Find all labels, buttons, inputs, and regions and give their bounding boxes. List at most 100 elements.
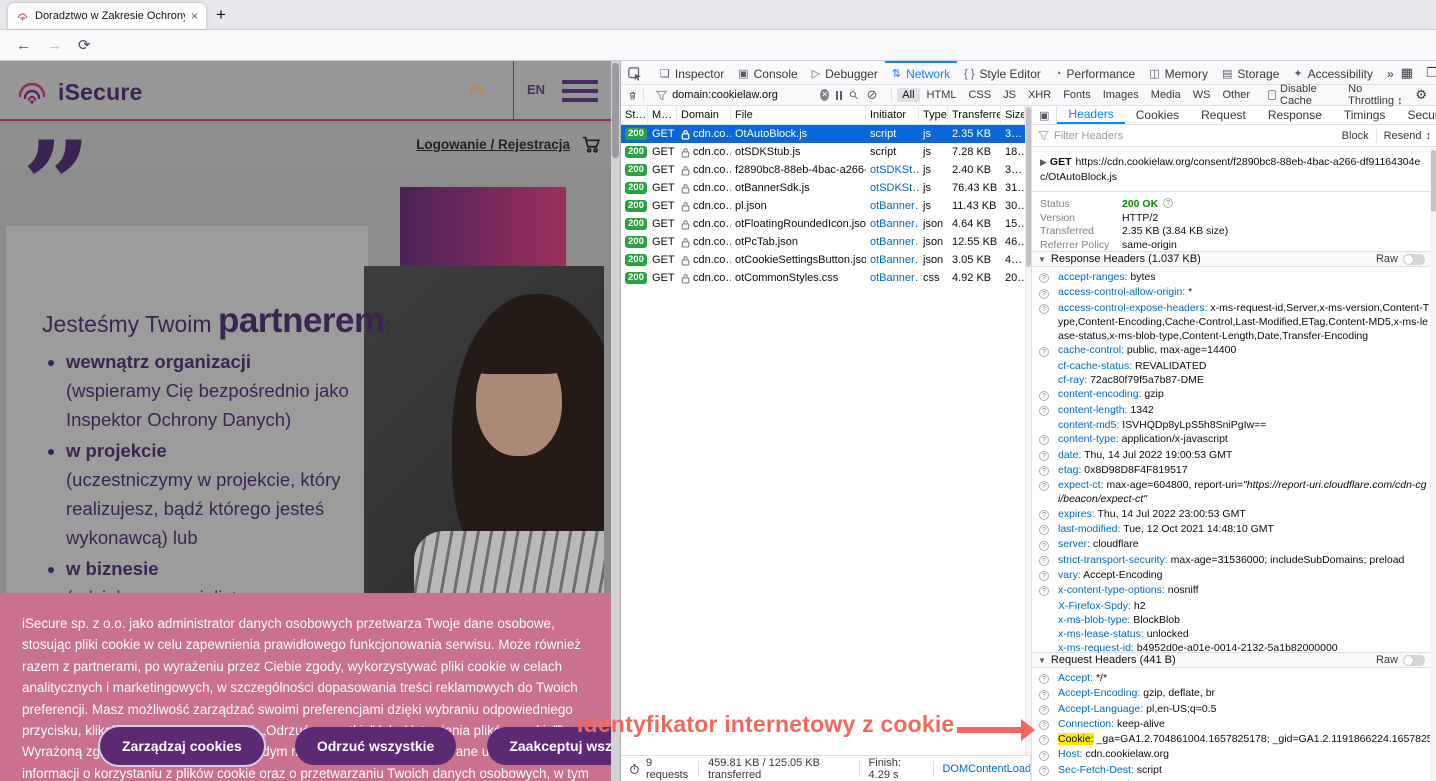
network-request-row[interactable]: 200GETcdn.co…otFloatingRoundedIcon.jsono… bbox=[621, 215, 1025, 233]
network-request-row[interactable]: 200GETcdn.co…otCookieSettingsButton.json… bbox=[621, 251, 1025, 269]
help-icon[interactable]: ? bbox=[1039, 304, 1049, 314]
raw-toggle[interactable]: Raw bbox=[1376, 654, 1425, 666]
header-name[interactable]: content-encoding: bbox=[1058, 388, 1141, 400]
type-filter-fonts[interactable]: Fonts bbox=[1058, 88, 1096, 102]
column-header-size[interactable]: Size bbox=[1001, 106, 1025, 124]
header-name[interactable]: Accept: bbox=[1058, 672, 1093, 684]
type-filter-media[interactable]: Media bbox=[1146, 88, 1186, 102]
header-name[interactable]: X-Firefox-Spdy: bbox=[1058, 600, 1131, 612]
language-pl-button[interactable]: PL bbox=[470, 82, 487, 97]
domcontentloaded-time[interactable]: DOMContentLoaded: bbox=[942, 763, 1030, 775]
column-header-initiator[interactable]: Initiator bbox=[866, 106, 919, 124]
column-header-type[interactable]: Type bbox=[919, 106, 948, 124]
column-header-st[interactable]: St… bbox=[621, 106, 648, 124]
block-button[interactable]: Block bbox=[1342, 130, 1369, 142]
help-icon[interactable]: ? bbox=[1039, 510, 1049, 520]
column-header-file[interactable]: File bbox=[731, 106, 866, 124]
type-filter-images[interactable]: Images bbox=[1098, 88, 1144, 102]
forward-icon[interactable]: → bbox=[47, 37, 62, 54]
cell-initiator[interactable]: otBanner… bbox=[866, 197, 919, 215]
header-name[interactable]: Connection: bbox=[1058, 718, 1114, 730]
header-name[interactable]: last-modified: bbox=[1058, 523, 1120, 535]
help-icon[interactable]: ? bbox=[1039, 525, 1049, 535]
responsive-design-icon[interactable]: ▦ bbox=[1401, 65, 1413, 81]
help-icon[interactable]: ? bbox=[1039, 466, 1049, 476]
header-name[interactable]: content-md5: bbox=[1058, 419, 1119, 431]
type-filter-ws[interactable]: WS bbox=[1188, 88, 1216, 102]
header-name[interactable]: content-type: bbox=[1058, 433, 1119, 445]
network-request-row[interactable]: 200GETcdn.co…f2890bc8-88eb-4bac-a266-df9… bbox=[621, 161, 1025, 179]
help-icon[interactable]: ? bbox=[1039, 541, 1049, 551]
throttling-select[interactable]: No Throttling ↕ bbox=[1348, 83, 1403, 107]
login-register-link[interactable]: Logowanie / Rejestracja bbox=[416, 137, 570, 152]
manage-cookies-button[interactable]: Zarządzaj cookies bbox=[100, 727, 264, 765]
devtools-tab-accessibility[interactable]: ✦Accessibility bbox=[1286, 61, 1380, 84]
help-icon[interactable]: ? bbox=[1039, 435, 1049, 445]
network-request-row[interactable]: 200GETcdn.co…pl.jsonotBanner…js11.43 KB3… bbox=[621, 197, 1025, 215]
browser-tab[interactable]: Doradztwo w Zakresie Ochrony Dany × bbox=[8, 3, 206, 29]
url-filter-input[interactable]: domain:cookielaw.org bbox=[656, 89, 820, 101]
request-url-block[interactable]: ▶GEThttps://cdn.cookielaw.org/consent/f2… bbox=[1032, 148, 1431, 192]
cell-initiator[interactable]: otBanner… bbox=[866, 251, 919, 269]
header-name[interactable]: accept-ranges: bbox=[1058, 271, 1127, 283]
header-name[interactable]: Sec-Fetch-Dest: bbox=[1058, 764, 1134, 776]
back-icon[interactable]: ← bbox=[16, 37, 31, 54]
details-scrollbar[interactable] bbox=[1430, 148, 1436, 781]
pause-traffic-icon[interactable] bbox=[836, 91, 842, 100]
cell-initiator[interactable]: otBanner… bbox=[866, 269, 919, 287]
help-icon[interactable]: ? bbox=[1039, 273, 1049, 283]
header-name[interactable]: x-ms-lease-status: bbox=[1058, 628, 1144, 640]
cell-initiator[interactable]: otBanner… bbox=[866, 233, 919, 251]
help-icon[interactable]: ? bbox=[1039, 735, 1049, 745]
header-name[interactable]: Host: bbox=[1058, 748, 1083, 760]
type-filter-other[interactable]: Other bbox=[1217, 88, 1255, 102]
devtools-tab-memory[interactable]: ◫Memory bbox=[1142, 61, 1215, 84]
type-filter-js[interactable]: JS bbox=[998, 88, 1021, 102]
network-request-row[interactable]: 200GETcdn.co…otSDKStub.jsscriptjs7.28 KB… bbox=[621, 143, 1025, 161]
site-menu-icon[interactable] bbox=[562, 80, 598, 107]
help-icon[interactable]: ? bbox=[1039, 705, 1049, 715]
search-icon[interactable] bbox=[849, 89, 858, 101]
header-name[interactable]: cache-control: bbox=[1058, 344, 1124, 356]
raw-toggle[interactable]: Raw bbox=[1376, 253, 1425, 265]
column-header-domain[interactable]: Domain bbox=[677, 106, 731, 124]
header-name[interactable]: access-control-allow-origin: bbox=[1058, 286, 1185, 298]
network-request-row[interactable]: 200GETcdn.co…otBannerSdk.jsotSDKSt…js76.… bbox=[621, 179, 1025, 197]
checkbox-icon[interactable] bbox=[1268, 90, 1276, 100]
details-tab-request[interactable]: Request bbox=[1190, 106, 1257, 124]
more-tools-chevron-icon[interactable]: » bbox=[1380, 61, 1401, 84]
sidebar-toggle-icon[interactable]: ▣ bbox=[1032, 106, 1057, 124]
details-tab-cookies[interactable]: Cookies bbox=[1125, 106, 1190, 124]
header-name[interactable]: expires: bbox=[1058, 508, 1095, 520]
column-header-m[interactable]: M… bbox=[648, 106, 677, 124]
header-name[interactable]: access-control-expose-headers: bbox=[1058, 302, 1207, 314]
help-icon[interactable]: ? bbox=[1039, 690, 1049, 700]
separate-window-icon[interactable]: ❐ bbox=[1426, 65, 1436, 81]
devtools-tab-performance[interactable]: ◔Performance bbox=[1048, 61, 1142, 84]
type-filter-xhr[interactable]: XHR bbox=[1023, 88, 1056, 102]
help-icon[interactable]: ? bbox=[1039, 347, 1049, 357]
details-tab-security[interactable]: Security bbox=[1396, 106, 1436, 124]
new-tab-button[interactable]: + bbox=[216, 5, 226, 25]
type-filter-css[interactable]: CSS bbox=[963, 88, 996, 102]
details-tab-timings[interactable]: Timings bbox=[1333, 106, 1397, 124]
page-scrollbar[interactable] bbox=[611, 61, 620, 781]
network-settings-gear-icon[interactable]: ⚙ bbox=[1415, 87, 1427, 103]
disable-cache-checkbox[interactable]: Disable Cache bbox=[1268, 83, 1334, 107]
column-header-transferred[interactable]: Transferred bbox=[948, 106, 1001, 124]
cell-initiator[interactable]: otBanner… bbox=[866, 215, 919, 233]
response-headers-section[interactable]: ▼ Response Headers (1.037 KB) Raw bbox=[1032, 251, 1431, 267]
network-request-row[interactable]: 200GETcdn.co…OtAutoBlock.jsscriptjs2.35 … bbox=[621, 125, 1025, 143]
devtools-tab-console[interactable]: ▣Console bbox=[731, 61, 804, 84]
pick-element-icon[interactable] bbox=[621, 61, 649, 84]
help-icon[interactable]: ? bbox=[1039, 406, 1049, 416]
header-name[interactable]: date: bbox=[1058, 449, 1081, 461]
header-name[interactable]: content-length: bbox=[1058, 404, 1127, 416]
request-headers-section[interactable]: ▼ Request Headers (441 B) Raw bbox=[1032, 652, 1431, 668]
devtools-tab-debugger[interactable]: ▷Debugger bbox=[805, 61, 885, 84]
header-name[interactable]: cf-cache-status: bbox=[1058, 360, 1132, 372]
block-requests-icon[interactable]: ⊘ bbox=[867, 87, 878, 103]
clear-filter-icon[interactable]: ✕ bbox=[820, 89, 829, 101]
isecure-logo[interactable]: iSecure bbox=[14, 74, 143, 110]
help-icon[interactable]: ? bbox=[1039, 571, 1049, 581]
